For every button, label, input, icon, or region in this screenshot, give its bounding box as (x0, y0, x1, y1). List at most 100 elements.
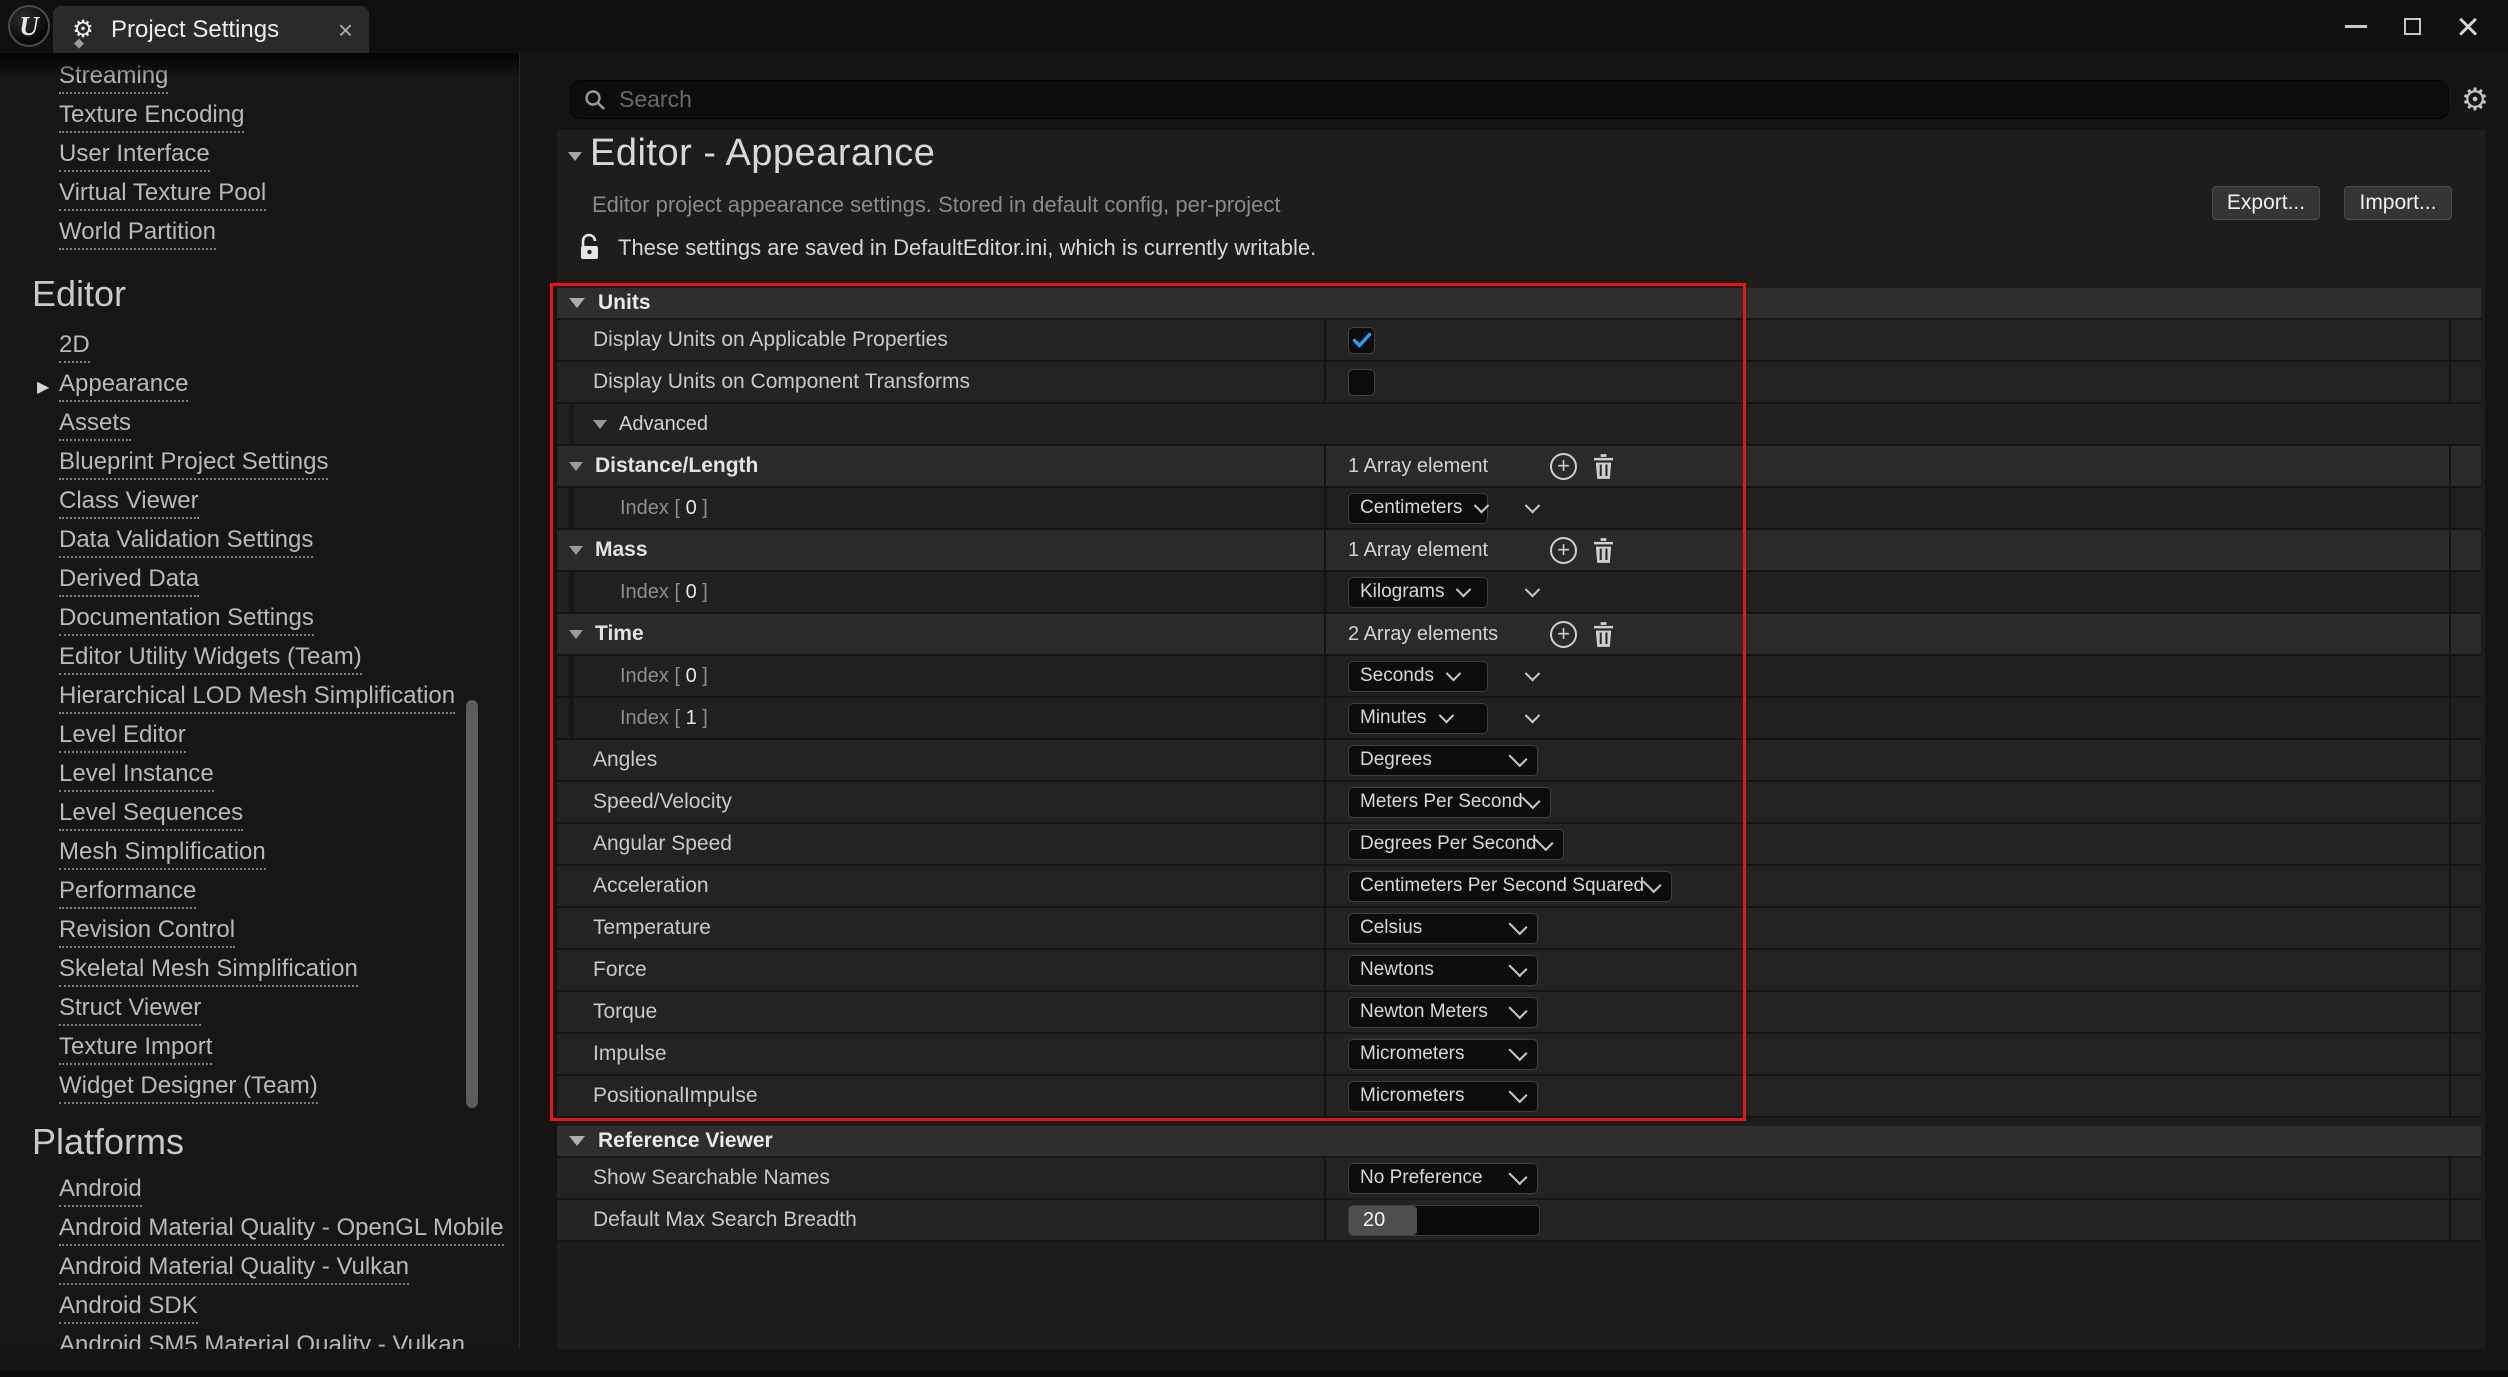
sidebar-item-level-editor[interactable]: Level Editor (0, 718, 519, 757)
close-button[interactable]: × (2440, 0, 2496, 53)
tab-close-icon[interactable]: × (338, 17, 353, 43)
category-row-reference-viewer[interactable]: Reference Viewer (557, 1126, 2481, 1158)
add-element-icon[interactable]: + (1550, 537, 1577, 564)
settings-row-display-units-transforms: Display Units on Component Transforms (557, 362, 2481, 404)
checkbox-checked[interactable] (1348, 327, 1375, 354)
sidebar-item-android-material-quality-opengl-mobile[interactable]: Android Material Quality - OpenGL Mobile (0, 1211, 519, 1250)
sidebar-item-assets[interactable]: Assets (0, 406, 519, 445)
array-row-distance-length: Distance/Length 1 Array element + (557, 446, 2481, 488)
sidebar-item-level-instance[interactable]: Level Instance (0, 757, 519, 796)
chevron-down-icon (1525, 497, 1541, 513)
subcategory-label: Advanced (619, 413, 708, 436)
window-bottom-edge (0, 1371, 2508, 1377)
row-extra-column (2449, 1158, 2481, 1198)
row-extra-column (2449, 1200, 2481, 1240)
angular-speed-dropdown[interactable]: Degrees Per Second (1348, 829, 1564, 860)
import-button[interactable]: Import... (2344, 186, 2452, 220)
property-label: Force (593, 958, 647, 982)
collapse-arrow-icon[interactable] (569, 546, 583, 555)
collapse-arrow-icon[interactable] (593, 420, 607, 429)
mass-unit-dropdown[interactable]: Kilograms (1348, 577, 1488, 608)
index-label: Index [ 0 ] (620, 581, 708, 604)
acceleration-dropdown[interactable]: Centimeters Per Second Squared (1348, 871, 1672, 902)
sidebar-item-texture-import[interactable]: Texture Import (0, 1030, 519, 1069)
max-search-breadth-spinbox[interactable]: 20 (1348, 1205, 1540, 1236)
maximize-button[interactable] (2384, 0, 2440, 53)
row-extra-column (2449, 950, 2481, 990)
row-extra-column (2449, 908, 2481, 948)
export-button[interactable]: Export... (2212, 186, 2320, 220)
sidebar-item-performance[interactable]: Performance (0, 874, 519, 913)
collapse-arrow-icon[interactable] (569, 462, 583, 471)
delete-elements-icon[interactable] (1593, 454, 1614, 479)
sidebar-item-editor-utility-widgets[interactable]: Editor Utility Widgets (Team) (0, 640, 519, 679)
property-label: Angles (593, 748, 657, 772)
positional-impulse-dropdown[interactable]: Micrometers (1348, 1081, 1538, 1112)
array-row-mass: Mass 1 Array element + (557, 530, 2481, 572)
section-collapse-caret-icon[interactable] (568, 152, 582, 161)
collapse-arrow-icon[interactable] (569, 1136, 585, 1146)
sidebar-item-virtual-texture-pool[interactable]: Virtual Texture Pool (0, 176, 519, 215)
sidebar-item-appearance[interactable]: ▶ Appearance (0, 367, 519, 406)
element-options-button[interactable] (1514, 580, 1538, 604)
sidebar-scrollbar[interactable] (466, 700, 478, 1108)
row-extra-column (2449, 320, 2481, 360)
element-options-button[interactable] (1514, 496, 1538, 520)
sidebar-item-data-validation-settings[interactable]: Data Validation Settings (0, 523, 519, 562)
temperature-dropdown[interactable]: Celsius (1348, 913, 1538, 944)
array-item-row: Index [ 0 ] Centimeters (557, 488, 2481, 530)
sidebar-item-streaming[interactable]: Streaming (0, 59, 519, 98)
sidebar-item-world-partition[interactable]: World Partition (0, 215, 519, 254)
sidebar-item-android[interactable]: Android (0, 1172, 519, 1211)
window-bottom-strip (0, 1349, 2508, 1371)
add-element-icon[interactable]: + (1550, 453, 1577, 480)
force-dropdown[interactable]: Newtons (1348, 955, 1538, 986)
delete-elements-icon[interactable] (1593, 622, 1614, 647)
category-row-units[interactable]: Units (557, 288, 2481, 320)
add-element-icon[interactable]: + (1550, 621, 1577, 648)
sidebar-item-mesh-simplification[interactable]: Mesh Simplification (0, 835, 519, 874)
settings-row-speed-velocity: Speed/Velocity Meters Per Second (557, 782, 2481, 824)
time-unit-1-dropdown[interactable]: Minutes (1348, 703, 1488, 734)
array-count: 1 Array element (1348, 455, 1516, 478)
collapse-arrow-icon[interactable] (569, 630, 583, 639)
search-input[interactable] (617, 85, 2436, 114)
time-unit-0-dropdown[interactable]: Seconds (1348, 661, 1488, 692)
sidebar-item-android-sdk[interactable]: Android SDK (0, 1289, 519, 1328)
sidebar-item-derived-data[interactable]: Derived Data (0, 562, 519, 601)
sidebar-item-documentation-settings[interactable]: Documentation Settings (0, 601, 519, 640)
row-extra-column (2449, 1076, 2481, 1116)
sidebar-item-android-material-quality-vulkan[interactable]: Android Material Quality - Vulkan (0, 1250, 519, 1289)
angles-dropdown[interactable]: Degrees (1348, 745, 1538, 776)
search-bar[interactable] (570, 80, 2449, 119)
sidebar-item-hierarchical-lod-mesh-simplification[interactable]: Hierarchical LOD Mesh Simplification (0, 679, 519, 718)
impulse-dropdown[interactable]: Micrometers (1348, 1039, 1538, 1070)
element-options-button[interactable] (1514, 664, 1538, 688)
sidebar-item-texture-encoding[interactable]: Texture Encoding (0, 98, 519, 137)
sidebar-item-struct-viewer[interactable]: Struct Viewer (0, 991, 519, 1030)
speed-velocity-dropdown[interactable]: Meters Per Second (1348, 787, 1551, 818)
project-settings-tab[interactable]: ⚙ ◆ Project Settings × (53, 6, 369, 53)
sidebar-item-class-viewer[interactable]: Class Viewer (0, 484, 519, 523)
subcategory-row-advanced[interactable]: Advanced (557, 404, 2481, 446)
minimize-button[interactable] (2328, 0, 2384, 53)
row-extra-column (2449, 446, 2481, 486)
sidebar-item-user-interface[interactable]: User Interface (0, 137, 519, 176)
sidebar-item-blueprint-project-settings[interactable]: Blueprint Project Settings (0, 445, 519, 484)
torque-dropdown[interactable]: Newton Meters (1348, 997, 1538, 1028)
distance-unit-dropdown[interactable]: Centimeters (1348, 493, 1488, 524)
settings-gear-icon[interactable]: ⚙ (2456, 81, 2494, 119)
settings-row-angular-speed: Angular Speed Degrees Per Second (557, 824, 2481, 866)
collapse-arrow-icon[interactable] (569, 298, 585, 308)
checkbox-unchecked[interactable] (1348, 369, 1375, 396)
settings-panel: Editor - Appearance Editor project appea… (557, 130, 2485, 1349)
sidebar-item-level-sequences[interactable]: Level Sequences (0, 796, 519, 835)
sidebar-item-2d[interactable]: 2D (0, 328, 519, 367)
sidebar-item-revision-control[interactable]: Revision Control (0, 913, 519, 952)
delete-elements-icon[interactable] (1593, 538, 1614, 563)
element-options-button[interactable] (1514, 706, 1538, 730)
show-searchable-names-dropdown[interactable]: No Preference (1348, 1163, 1538, 1194)
row-extra-column (2449, 488, 2481, 528)
sidebar-item-widget-designer[interactable]: Widget Designer (Team) (0, 1069, 519, 1108)
sidebar-item-skeletal-mesh-simplification[interactable]: Skeletal Mesh Simplification (0, 952, 519, 991)
